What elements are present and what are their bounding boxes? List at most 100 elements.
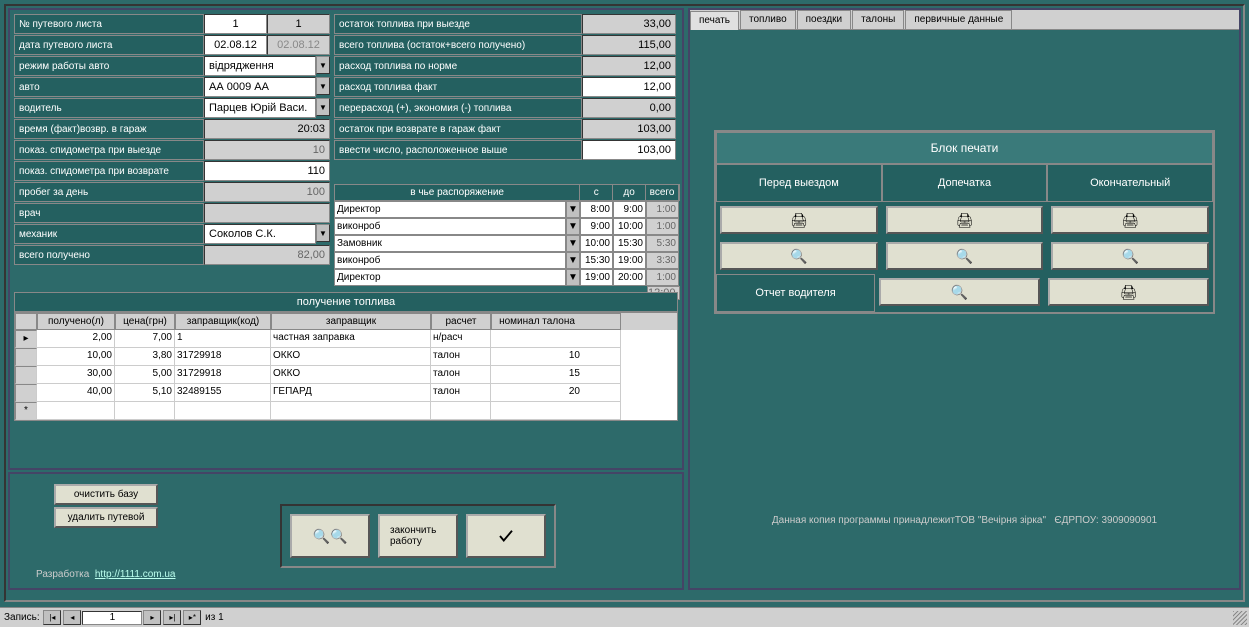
dispo-from[interactable]: 19:00 (580, 269, 613, 286)
dispo-row[interactable]: Директор▼8:009:001:00 (334, 201, 680, 218)
fuel-price[interactable]: 5,00 (115, 366, 175, 384)
fuel-code[interactable]: 32489155 (175, 384, 271, 402)
nav-new-button[interactable]: ▸* (183, 610, 201, 625)
dispo-to[interactable]: 10:00 (613, 218, 646, 235)
fuel-nominal[interactable]: 15 (491, 366, 621, 384)
dispo-name[interactable]: Директор (334, 269, 566, 286)
auto-select[interactable]: АА 0009 АА (204, 77, 316, 97)
fuel-received[interactable]: 40,00 (37, 384, 115, 402)
dispo-from[interactable]: 15:30 (580, 252, 613, 269)
dispo-dd[interactable]: ▼ (566, 269, 580, 286)
fuel-new-row[interactable]: * (15, 402, 677, 420)
fuel-price[interactable]: 3,80 (115, 348, 175, 366)
driver-report-print-button[interactable]: 🖨 (1048, 278, 1209, 306)
driver-select[interactable]: Парцев Юрій Васи. (204, 98, 316, 118)
dispo-dd[interactable]: ▼ (566, 201, 580, 218)
fuel-calc[interactable]: талон (431, 366, 491, 384)
fuel-row[interactable]: ▸2,007,001частная заправкан/расч (15, 330, 677, 348)
return-time[interactable]: 20:03 (204, 119, 330, 139)
doctor[interactable] (204, 203, 330, 223)
printer-icon: 🖨 (790, 212, 808, 229)
fuel-received[interactable]: 10,00 (37, 348, 115, 366)
clear-db-button[interactable]: очистить базу (54, 484, 158, 505)
dispo-row-total: 3:30 (646, 252, 679, 269)
tab-print[interactable]: печать (690, 11, 739, 30)
dispo-to[interactable]: 19:00 (613, 252, 646, 269)
fuel-station[interactable]: ГЕПАРД (271, 384, 431, 402)
dispo-dd[interactable]: ▼ (566, 252, 580, 269)
dispo-dd[interactable]: ▼ (566, 235, 580, 252)
fuel-calc[interactable]: талон (431, 384, 491, 402)
fuel-nominal[interactable] (491, 330, 621, 348)
resize-grip-icon[interactable] (1233, 611, 1247, 625)
nav-next-button[interactable]: ▸ (143, 610, 161, 625)
fuel-nominal[interactable]: 20 (491, 384, 621, 402)
dispo-to[interactable]: 9:00 (613, 201, 646, 218)
dev-link[interactable]: http://1111.com.ua (95, 569, 176, 580)
dispo-name[interactable]: виконроб (334, 252, 566, 269)
print-final-button[interactable]: 🖨 (1051, 206, 1209, 234)
delete-sheet-button[interactable]: удалить путевой (54, 507, 158, 528)
preview-reprint-button[interactable]: 🔍 (886, 242, 1044, 270)
fuel-received[interactable]: 2,00 (37, 330, 115, 348)
driver-report-preview-button[interactable]: 🔍 (879, 278, 1040, 306)
dispo-name[interactable]: Замовник (334, 235, 566, 252)
preview-final-button[interactable]: 🔍 (1051, 242, 1209, 270)
fuel-station[interactable]: частная заправка (271, 330, 431, 348)
dispo-from[interactable]: 10:00 (580, 235, 613, 252)
tab-coupons[interactable]: талоны (852, 10, 904, 29)
fuel-station[interactable]: ОККО (271, 366, 431, 384)
tab-primary[interactable]: первичные данные (905, 10, 1012, 29)
dispo-row[interactable]: виконроб▼15:3019:003:30 (334, 252, 680, 269)
fuel-received[interactable]: 30,00 (37, 366, 115, 384)
fuel-code[interactable]: 1 (175, 330, 271, 348)
sheet-date-input[interactable]: 02.08.12 (204, 35, 267, 55)
dispo-row[interactable]: Директор▼19:0020:001:00 (334, 269, 680, 286)
tab-trips[interactable]: поездки (797, 10, 851, 29)
dispo-row[interactable]: виконроб▼9:0010:001:00 (334, 218, 680, 235)
fuel-code[interactable]: 31729918 (175, 348, 271, 366)
fuel-calc[interactable]: н/расч (431, 330, 491, 348)
nav-prev-button[interactable]: ◂ (63, 610, 81, 625)
driver-dd[interactable]: ▼ (316, 98, 330, 116)
nav-first-button[interactable]: |◂ (43, 610, 61, 625)
odo-in[interactable]: 110 (204, 161, 330, 181)
dispo-to[interactable]: 15:30 (613, 235, 646, 252)
fuel-row[interactable]: 10,003,8031729918ОККОталон10 (15, 348, 677, 366)
sheet-no-input[interactable]: 1 (204, 14, 267, 34)
fuel-calc[interactable]: талон (431, 348, 491, 366)
mechanic-select[interactable]: Соколов С.К. (204, 224, 316, 244)
work-mode-select[interactable]: відрядження (204, 56, 316, 76)
enter-above[interactable]: 103,00 (582, 140, 676, 160)
nav-last-button[interactable]: ▸| (163, 610, 181, 625)
nav-current-input[interactable] (82, 611, 142, 625)
fuel-price[interactable]: 5,10 (115, 384, 175, 402)
dispo-from[interactable]: 8:00 (580, 201, 613, 218)
confirm-button[interactable] (466, 514, 546, 558)
print-reprint-button[interactable]: 🖨 (886, 206, 1044, 234)
dispo-name[interactable]: Директор (334, 201, 566, 218)
mechanic-dd[interactable]: ▼ (316, 224, 330, 242)
dispo-row[interactable]: Замовник▼10:0015:305:30 (334, 235, 680, 252)
dispo-from[interactable]: 9:00 (580, 218, 613, 235)
fuel-row[interactable]: 30,005,0031729918ОККОталон15 (15, 366, 677, 384)
tab-fuel[interactable]: топливо (740, 10, 796, 29)
work-mode-dd[interactable]: ▼ (316, 56, 330, 74)
dispo-name[interactable]: виконроб (334, 218, 566, 235)
fuel-station[interactable]: ОККО (271, 348, 431, 366)
fuel-fact[interactable]: 12,00 (582, 77, 676, 97)
fuel-code[interactable]: 31729918 (175, 366, 271, 384)
binoculars-button[interactable]: 🔍🔍 (290, 514, 370, 558)
auto-dd[interactable]: ▼ (316, 77, 330, 95)
preview-before-button[interactable]: 🔍 (720, 242, 878, 270)
fuel-row[interactable]: 40,005,1032489155ГЕПАРДталон20 (15, 384, 677, 402)
dispo-dd[interactable]: ▼ (566, 218, 580, 235)
print-before-button[interactable]: 🖨 (720, 206, 878, 234)
print-col-final: Окончательный (1047, 164, 1213, 202)
lbl-sheet-no: № путевого листа (14, 14, 204, 34)
fuel-price[interactable]: 7,00 (115, 330, 175, 348)
fuel-nominal[interactable]: 10 (491, 348, 621, 366)
dispo-to[interactable]: 20:00 (613, 269, 646, 286)
finish-work-button[interactable]: закончить работу (378, 514, 458, 558)
dispo-row-total: 1:00 (646, 269, 679, 286)
